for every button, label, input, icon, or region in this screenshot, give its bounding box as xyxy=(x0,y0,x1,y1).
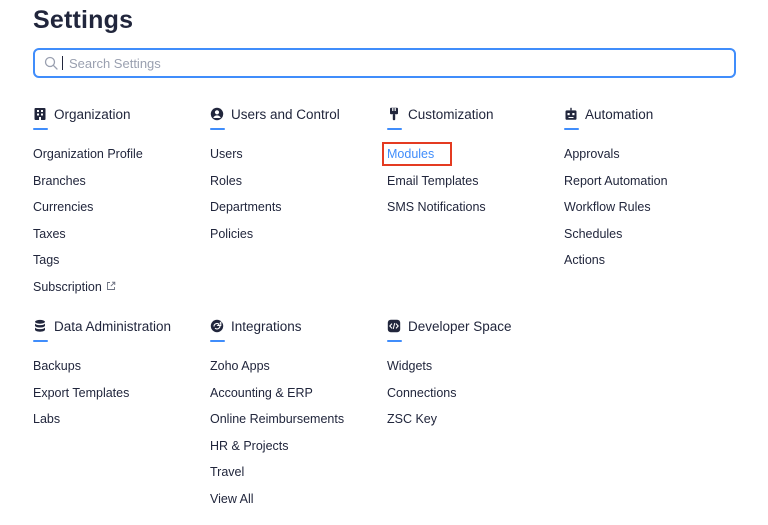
link-branches[interactable]: Branches xyxy=(33,173,143,200)
section-title: Integrations xyxy=(231,318,302,334)
section-title: Users and Control xyxy=(231,106,340,122)
section-header-automation: Automation xyxy=(564,105,668,123)
link-workflow-rules[interactable]: Workflow Rules xyxy=(564,199,668,226)
link-accounting-erp[interactable]: Accounting & ERP xyxy=(210,385,344,412)
link-approvals[interactable]: Approvals xyxy=(564,146,668,173)
link-export-templates[interactable]: Export Templates xyxy=(33,385,171,412)
search-icon xyxy=(44,56,58,70)
user-circle-icon xyxy=(210,107,224,121)
section-title: Developer Space xyxy=(408,318,512,334)
link-travel[interactable]: Travel xyxy=(210,464,344,491)
database-icon xyxy=(35,319,45,332)
link-report-automation[interactable]: Report Automation xyxy=(564,173,668,200)
section-underline xyxy=(210,340,225,342)
integrations-icon xyxy=(210,319,224,333)
link-policies[interactable]: Policies xyxy=(210,226,340,253)
link-departments[interactable]: Departments xyxy=(210,199,340,226)
link-tags[interactable]: Tags xyxy=(33,252,143,279)
link-currencies[interactable]: Currencies xyxy=(33,199,143,226)
link-zoho-apps[interactable]: Zoho Apps xyxy=(210,358,344,385)
search-input[interactable] xyxy=(67,54,671,72)
link-taxes[interactable]: Taxes xyxy=(33,226,143,253)
page-title: Settings xyxy=(33,6,134,34)
section-header-data-administration: Data Administration xyxy=(33,317,171,335)
link-backups[interactable]: Backups xyxy=(33,358,171,385)
external-link-icon xyxy=(106,281,116,290)
section-underline xyxy=(33,340,48,342)
link-actions[interactable]: Actions xyxy=(564,252,668,279)
link-subscription[interactable]: Subscription xyxy=(33,279,143,306)
link-modules[interactable]: Modules xyxy=(382,142,494,173)
section-underline xyxy=(387,128,402,130)
link-schedules[interactable]: Schedules xyxy=(564,226,668,253)
section-underline xyxy=(387,340,402,342)
selection-highlight-box xyxy=(382,142,452,166)
section-data-administration: Data Administration Backups Export Templ… xyxy=(33,317,171,438)
link-roles[interactable]: Roles xyxy=(210,173,340,200)
section-developer-space: Developer Space Widgets Connections ZSC … xyxy=(387,317,512,438)
building-icon xyxy=(34,108,46,120)
search-bar[interactable] xyxy=(33,48,736,78)
section-underline xyxy=(33,128,48,130)
link-sms-notifications[interactable]: SMS Notifications xyxy=(387,199,494,226)
link-hr-projects[interactable]: HR & Projects xyxy=(210,438,344,465)
section-title: Organization xyxy=(54,106,131,122)
section-header-organization: Organization xyxy=(33,105,143,123)
section-integrations: Integrations Zoho Apps Accounting & ERP … xyxy=(210,317,344,517)
link-view-all[interactable]: View All xyxy=(210,491,344,518)
link-widgets[interactable]: Widgets xyxy=(387,358,512,385)
section-title: Customization xyxy=(408,106,494,122)
link-email-templates[interactable]: Email Templates xyxy=(387,173,494,200)
section-header-integrations: Integrations xyxy=(210,317,344,335)
text-cursor xyxy=(62,56,63,70)
section-header-customization: Customization xyxy=(387,105,494,123)
link-connections[interactable]: Connections xyxy=(387,385,512,412)
brush-icon xyxy=(390,107,398,121)
link-label: Subscription xyxy=(33,279,102,294)
link-zsc-key[interactable]: ZSC Key xyxy=(387,411,512,438)
section-users-control: Users and Control Users Roles Department… xyxy=(210,105,340,252)
section-title: Data Administration xyxy=(54,318,172,334)
link-users[interactable]: Users xyxy=(210,146,340,173)
code-icon xyxy=(387,319,401,333)
link-organization-profile[interactable]: Organization Profile xyxy=(33,146,143,173)
link-online-reimbursements[interactable]: Online Reimbursements xyxy=(210,411,344,438)
section-automation: Automation Approvals Report Automation W… xyxy=(564,105,668,279)
section-header-users-control: Users and Control xyxy=(210,105,340,123)
section-underline xyxy=(564,128,579,130)
section-underline xyxy=(210,128,225,130)
link-labs[interactable]: Labs xyxy=(33,411,171,438)
robot-icon xyxy=(565,107,577,120)
section-organization: Organization Organization Profile Branch… xyxy=(33,105,143,305)
section-customization: Customization Modules Email Templates SM… xyxy=(382,105,494,226)
section-title: Automation xyxy=(585,106,654,122)
section-header-developer-space: Developer Space xyxy=(387,317,512,335)
